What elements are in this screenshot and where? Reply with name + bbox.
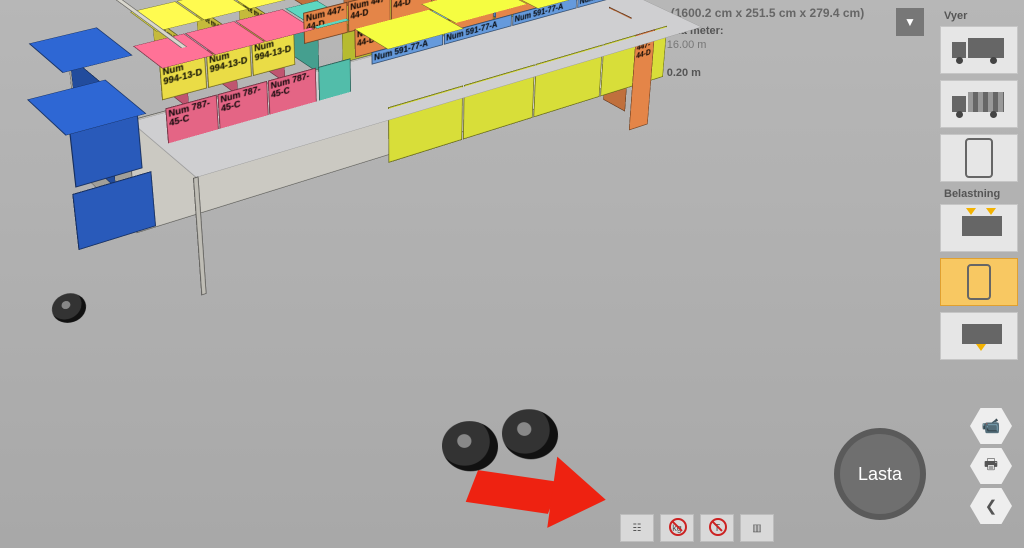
tool-no-weight-button[interactable]: kg [660,514,694,542]
view-top-button[interactable] [940,134,1018,182]
no-icon [669,518,687,536]
print-button[interactable]: 🖶 [970,448,1012,484]
tool-no-label-button[interactable]: T [700,514,734,542]
bottom-toolbar: ☷ kg T ▥ [620,514,774,542]
tool-columns-button[interactable]: ▥ [740,514,774,542]
view-side-grid-button[interactable] [940,80,1018,128]
load-vertical-button[interactable] [940,204,1018,252]
load-heading: Belastning [944,188,1020,200]
print-icon: 🖶 [984,454,998,479]
axle-icon [967,264,991,300]
cab-wheel [50,293,87,323]
trailer-wheel [501,409,559,459]
collapse-header-button[interactable]: ▼ [896,8,924,36]
camera-icon: 📹 [982,417,1001,435]
views-heading: Vyer [944,10,1020,22]
no-icon [709,518,727,536]
share-icon: ❮ [985,497,998,515]
top-view-icon [965,138,993,178]
load-axle-button[interactable] [940,258,1018,306]
load-side-button[interactable] [940,312,1018,360]
tool-weight-list-button[interactable]: ☷ [620,514,654,542]
trailer-wheel [442,421,499,471]
view-side-solid-button[interactable] [940,26,1018,74]
viewport-3d[interactable]: Num 994-13-DNum 994-13-DNum 994-13-DNum … [10,80,890,510]
right-toolbar: Vyer Belastning [938,4,1020,366]
camera-button[interactable]: 📹 [970,408,1012,444]
action-hex-column: 📹 🖶 ❮ [970,404,1012,528]
share-button[interactable]: ❮ [970,488,1012,524]
